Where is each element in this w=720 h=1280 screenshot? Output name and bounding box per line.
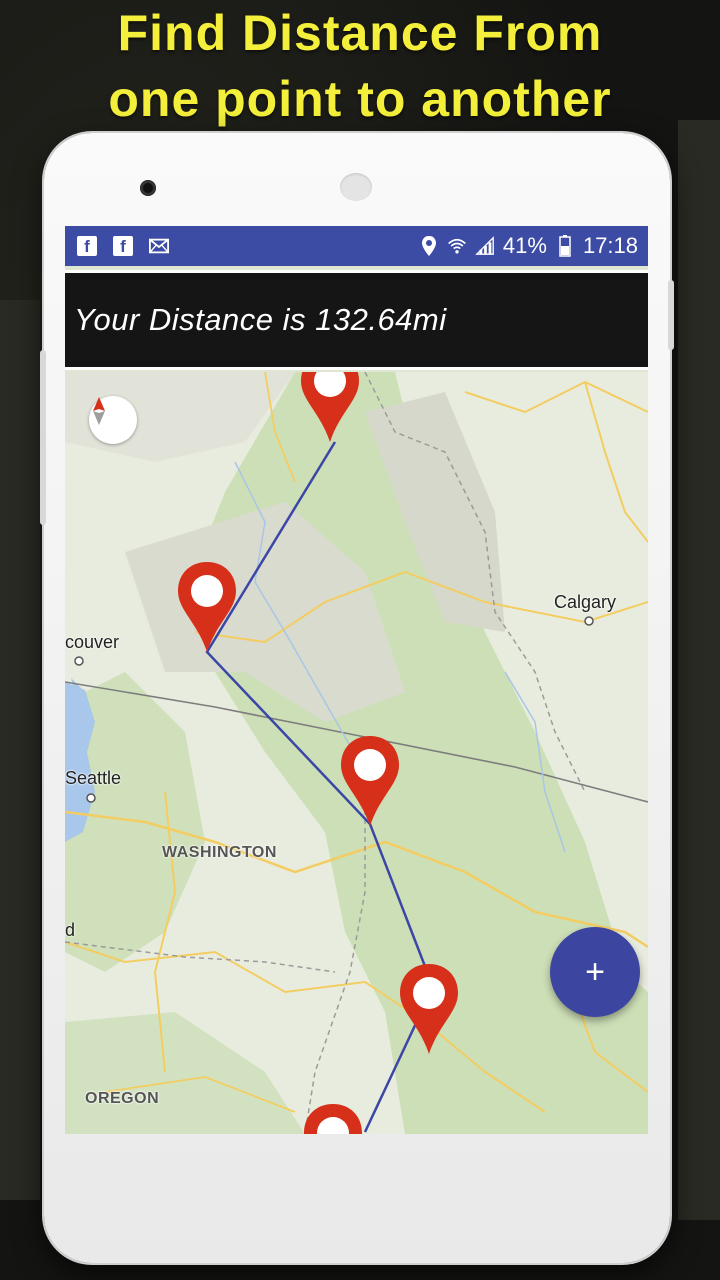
power-button bbox=[668, 280, 674, 350]
distance-banner: Your Distance is 132.64mi bbox=[65, 270, 648, 370]
map-marker-3[interactable] bbox=[338, 732, 402, 828]
compass-icon[interactable] bbox=[89, 396, 137, 444]
clock-time: 17:18 bbox=[582, 233, 638, 258]
wifi-icon bbox=[447, 236, 467, 256]
map-label-washington: WASHINGTON bbox=[162, 844, 277, 861]
location-icon bbox=[419, 236, 439, 256]
promo-title: Find Distance From one point to another bbox=[0, 0, 720, 132]
background-road bbox=[0, 300, 40, 1200]
map-marker-5[interactable] bbox=[301, 1100, 365, 1134]
background-road bbox=[678, 120, 720, 1220]
battery-icon bbox=[555, 235, 575, 257]
map-marker-2[interactable] bbox=[175, 558, 239, 654]
facebook-icon: f bbox=[77, 236, 97, 256]
status-bar: f f 41% 17:18 bbox=[65, 226, 648, 266]
map-label-vancouver: couver bbox=[65, 632, 120, 652]
volume-button bbox=[40, 350, 46, 525]
proximity-sensor bbox=[340, 173, 372, 201]
map-label-oregon: OREGON bbox=[85, 1090, 160, 1107]
map-marker-1[interactable] bbox=[298, 372, 362, 444]
facebook-icon: f bbox=[113, 236, 133, 256]
map-label-calgary: Calgary bbox=[554, 592, 617, 612]
add-point-button[interactable]: + bbox=[550, 927, 640, 1017]
signal-icon bbox=[475, 236, 495, 256]
map-label-partial: d bbox=[65, 920, 76, 940]
app-screen: f f 41% 17:18 Your Distance is 132.64mi bbox=[65, 226, 648, 1134]
promo-title-line2: one point to another bbox=[108, 71, 612, 127]
map-view[interactable]: Calgary couver Seattle WASHINGTON OREGON… bbox=[65, 372, 648, 1134]
distance-text: Your Distance is 132.64mi bbox=[74, 302, 447, 337]
map-label-seattle: Seattle bbox=[65, 768, 122, 788]
mail-icon bbox=[149, 236, 169, 256]
promo-title-line1: Find Distance From bbox=[117, 5, 603, 61]
battery-percent: 41% bbox=[502, 233, 547, 258]
front-camera bbox=[140, 180, 156, 196]
map-marker-4[interactable] bbox=[397, 960, 461, 1056]
